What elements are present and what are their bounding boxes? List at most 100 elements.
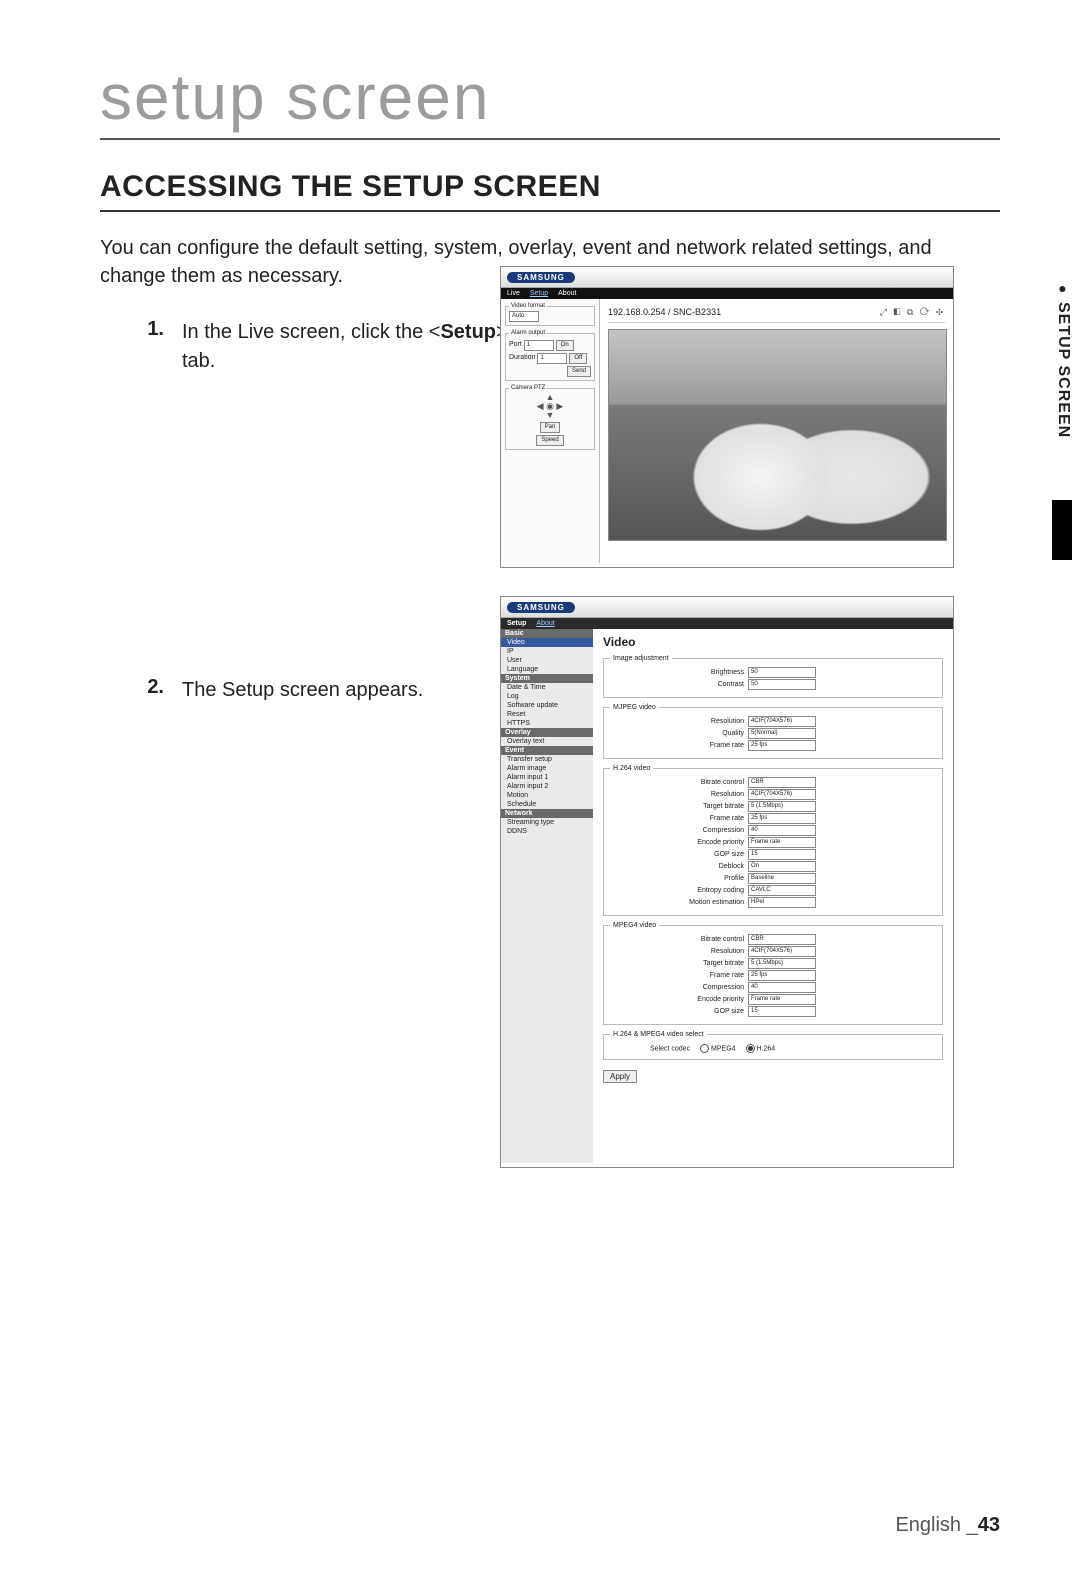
- mpeg4-group: MPEG4 video Bitrate control CBR Resolutio…: [603, 922, 943, 1025]
- video-format-legend: Video format: [509, 303, 547, 309]
- h264-gop-select[interactable]: 15: [748, 849, 816, 860]
- h264-encode-priority-select[interactable]: Frame rate: [748, 837, 816, 848]
- nav-item-transfer-setup[interactable]: Transfer setup: [501, 755, 593, 764]
- chapter-title: setup screen: [100, 60, 1000, 140]
- setup-nav: Basic Video IP User Language System Date…: [501, 629, 593, 1163]
- mpeg4-framerate-label: Frame rate: [710, 972, 744, 979]
- tab-about[interactable]: About: [558, 290, 576, 297]
- side-tab-label: SETUP SCREEN: [1054, 280, 1072, 438]
- brand-bar: SAMSUNG: [501, 597, 953, 618]
- tab-setup[interactable]: Setup: [507, 620, 526, 627]
- nav-item-overlay-text[interactable]: Overlay text: [501, 737, 593, 746]
- brand-logo: SAMSUNG: [507, 272, 575, 283]
- alarm-duration-select[interactable]: 1: [537, 353, 567, 364]
- mpeg4-bitrate-control-label: Bitrate control: [701, 936, 744, 943]
- codec-select-label: Select codec: [650, 1045, 690, 1052]
- alarm-duration-label: Duration: [509, 354, 535, 361]
- ptz-speed-button[interactable]: Speed: [536, 435, 563, 446]
- nav-item-streaming-type[interactable]: Streaming type: [501, 818, 593, 827]
- nav-item-language[interactable]: Language: [501, 665, 593, 674]
- screenshot-live: SAMSUNG Live Setup About Video format Au…: [500, 266, 954, 568]
- brightness-select[interactable]: 50: [748, 667, 816, 678]
- mjpeg-resolution-label: Resolution: [711, 718, 744, 725]
- mjpeg-quality-select[interactable]: 5(Normal): [748, 728, 816, 739]
- nav-group-basic: Basic: [501, 629, 593, 638]
- alarm-port-select[interactable]: 1: [524, 340, 554, 351]
- nav-item-software-update[interactable]: Software update: [501, 701, 593, 710]
- contrast-label: Contrast: [718, 681, 744, 688]
- step-1-bold: Setup: [440, 321, 496, 343]
- apply-button[interactable]: Apply: [603, 1070, 637, 1083]
- nav-item-https[interactable]: HTTPS: [501, 719, 593, 728]
- footer-page-number: 43: [978, 1514, 1000, 1536]
- h264-motion-est-label: Motion estimation: [689, 899, 744, 906]
- h264-compression-select[interactable]: 40: [748, 825, 816, 836]
- contrast-select[interactable]: 50: [748, 679, 816, 690]
- mpeg4-encode-priority-select[interactable]: Frame rate: [748, 994, 816, 1005]
- mpeg4-gop-label: GOP size: [714, 1008, 744, 1015]
- h264-deblock-select[interactable]: On: [748, 861, 816, 872]
- codec-select-legend: H.264 & MPEG4 video select: [610, 1031, 707, 1038]
- footer-language: English: [895, 1514, 961, 1536]
- h264-compression-label: Compression: [703, 827, 744, 834]
- h264-framerate-label: Frame rate: [710, 815, 744, 822]
- nav-item-video[interactable]: Video: [501, 638, 593, 647]
- video-format-select[interactable]: Auto: [509, 311, 539, 322]
- codec-mpeg4-radio[interactable]: [700, 1044, 709, 1053]
- nav-item-datetime[interactable]: Date & Time: [501, 683, 593, 692]
- tab-live[interactable]: Live: [507, 290, 520, 297]
- mpeg4-compression-select[interactable]: 40: [748, 982, 816, 993]
- nav-item-alarm-input-2[interactable]: Alarm input 2: [501, 782, 593, 791]
- nav-item-user[interactable]: User: [501, 656, 593, 665]
- ptz-pan-button[interactable]: Pan: [540, 422, 561, 433]
- tab-about[interactable]: About: [536, 620, 554, 627]
- alarm-output-group: Alarm output Port 1 On Duration 1 Off Se…: [505, 330, 595, 381]
- h264-framerate-select[interactable]: 25 fps: [748, 813, 816, 824]
- mjpeg-quality-label: Quality: [722, 730, 744, 737]
- h264-profile-select[interactable]: Baseline: [748, 873, 816, 884]
- image-adjustment-legend: Image adjustment: [610, 655, 672, 662]
- alarm-off-button[interactable]: Off: [569, 353, 587, 364]
- h264-bitrate-control-select[interactable]: CBR: [748, 777, 816, 788]
- nav-item-log[interactable]: Log: [501, 692, 593, 701]
- mjpeg-framerate-label: Frame rate: [710, 742, 744, 749]
- mpeg4-bitrate-control-select[interactable]: CBR: [748, 934, 816, 945]
- mpeg4-resolution-label: Resolution: [711, 948, 744, 955]
- tab-setup[interactable]: Setup: [530, 290, 548, 297]
- nav-item-ddns[interactable]: DDNS: [501, 827, 593, 836]
- mpeg4-gop-select[interactable]: 15: [748, 1006, 816, 1017]
- nav-item-reset[interactable]: Reset: [501, 710, 593, 719]
- mpeg4-target-bitrate-select[interactable]: 5 (1.5Mbps): [748, 958, 816, 969]
- mpeg4-compression-label: Compression: [703, 984, 744, 991]
- nav-item-alarm-input-1[interactable]: Alarm input 1: [501, 773, 593, 782]
- nav-item-ip[interactable]: IP: [501, 647, 593, 656]
- h264-resolution-select[interactable]: 4CIF(704X576): [748, 789, 816, 800]
- mjpeg-resolution-select[interactable]: 4CIF(704X576): [748, 716, 816, 727]
- nav-item-motion[interactable]: Motion: [501, 791, 593, 800]
- h264-motion-est-select[interactable]: HPel: [748, 897, 816, 908]
- brand-bar: SAMSUNG: [501, 267, 953, 288]
- codec-h264-radio[interactable]: [746, 1044, 755, 1053]
- mpeg4-target-bitrate-label: Target bitrate: [703, 960, 744, 967]
- h264-profile-label: Profile: [724, 875, 744, 882]
- setup-tabs: Setup About: [501, 618, 953, 629]
- page-footer: English _43: [895, 1514, 1000, 1537]
- h264-target-bitrate-label: Target bitrate: [703, 803, 744, 810]
- mjpeg-framerate-select[interactable]: 25 fps: [748, 740, 816, 751]
- mpeg4-legend: MPEG4 video: [610, 922, 659, 929]
- h264-gop-label: GOP size: [714, 851, 744, 858]
- image-adjustment-group: Image adjustment Brightness50 Contrast50: [603, 655, 943, 698]
- step-number: 1.: [100, 318, 164, 341]
- mpeg4-resolution-select[interactable]: 4CIF(704X576): [748, 946, 816, 957]
- alarm-on-button[interactable]: On: [556, 340, 574, 351]
- alarm-send-button[interactable]: Send: [567, 366, 591, 377]
- h264-entropy-select[interactable]: CAVLC: [748, 885, 816, 896]
- nav-item-alarm-image[interactable]: Alarm image: [501, 764, 593, 773]
- mpeg4-framerate-select[interactable]: 25 fps: [748, 970, 816, 981]
- h264-entropy-label: Entropy coding: [697, 887, 744, 894]
- live-toolbar-icons[interactable]: ⤢ ◧ ⧉ ⟳ ✣: [880, 307, 945, 318]
- nav-item-schedule[interactable]: Schedule: [501, 800, 593, 809]
- ptz-pad[interactable]: ▲◀ ◉ ▶▼: [509, 393, 591, 420]
- step-number: 2.: [100, 676, 164, 699]
- h264-target-bitrate-select[interactable]: 5 (1.5Mbps): [748, 801, 816, 812]
